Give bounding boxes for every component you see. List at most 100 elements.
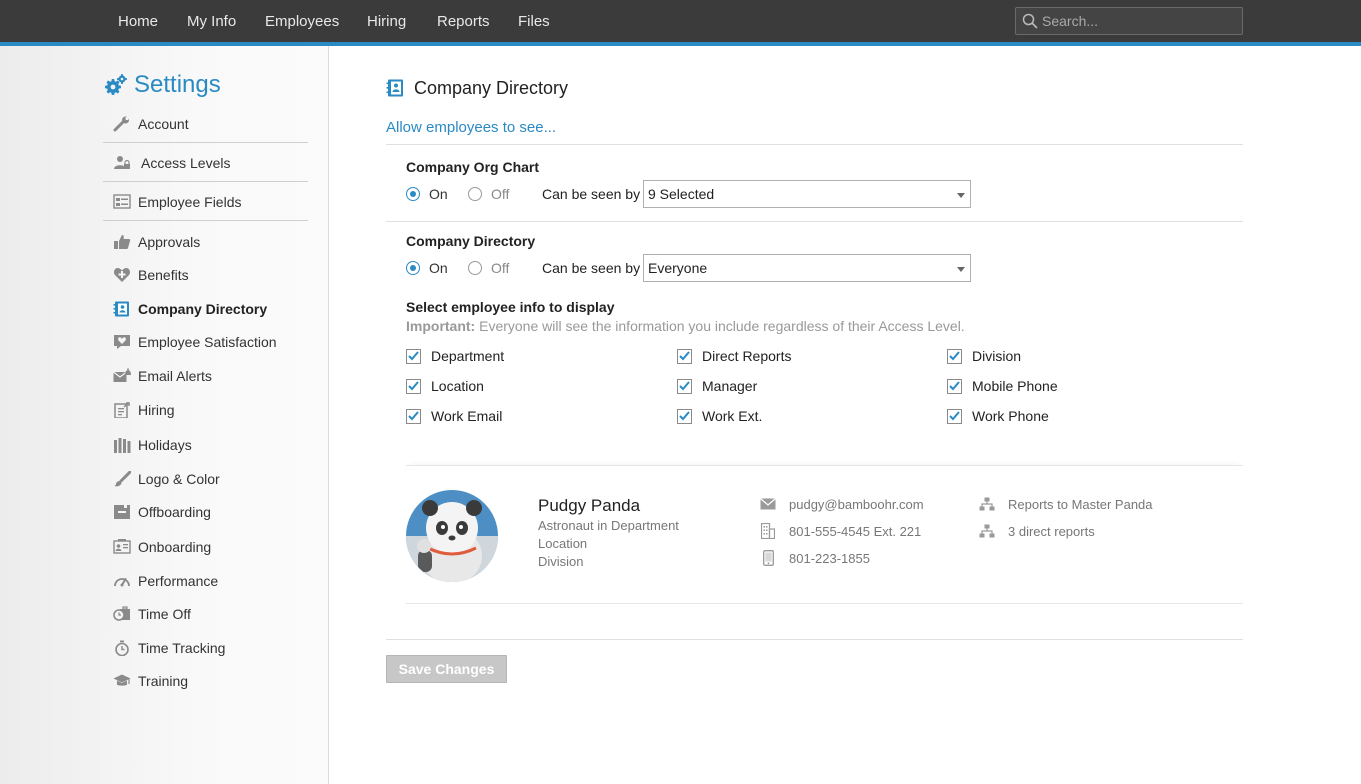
radio-button[interactable] (468, 187, 482, 201)
clock-suitcase-icon (112, 605, 132, 623)
nav-hiring[interactable]: Hiring (367, 13, 406, 30)
sidebar-item-label: Performance (138, 573, 219, 589)
checkbox-checked[interactable] (677, 378, 692, 394)
search-input[interactable] (1042, 11, 1238, 31)
nav-employees[interactable]: Employees (265, 13, 339, 30)
nav-reports[interactable]: Reports (437, 13, 490, 30)
checkmark-icon (679, 411, 690, 421)
sidebar-item-label: Time Tracking (138, 640, 226, 656)
display-field-checkbox-work-ext[interactable]: Work Ext. (677, 407, 762, 425)
sidebar-item-offboarding[interactable]: Offboarding (112, 500, 211, 524)
sidebar-item-email-alerts[interactable]: Email Alerts (112, 364, 212, 388)
nav-home[interactable]: Home (118, 13, 158, 30)
display-field-checkbox-mobile-phone[interactable]: Mobile Phone (947, 377, 1058, 395)
sidebar-item-benefits[interactable]: Benefits (112, 263, 189, 287)
sidebar-item-label: Access Levels (141, 155, 231, 171)
sidebar-item-logo-color[interactable]: Logo & Color (112, 467, 220, 491)
checkbox-checked[interactable] (406, 378, 421, 394)
section-divider (386, 144, 1243, 145)
direct-reports-text: 3 direct reports (1008, 523, 1095, 539)
sidebar-item-time-tracking[interactable]: Time Tracking (112, 636, 225, 660)
save-changes-button[interactable]: Save Changes (386, 655, 507, 683)
sidebar-item-approvals[interactable]: Approvals (112, 230, 200, 254)
checkmark-icon (408, 351, 419, 361)
org-chart-off-radio[interactable]: Off (468, 186, 509, 202)
clipboard-icon (112, 401, 132, 419)
sidebar-item-holidays[interactable]: Holidays (112, 433, 192, 457)
checkbox-checked[interactable] (406, 348, 421, 364)
sidebar-divider (103, 220, 308, 221)
sidebar-item-label: Offboarding (138, 504, 211, 520)
graduation-cap-icon (112, 672, 132, 690)
radio-button-selected[interactable] (406, 261, 420, 275)
fields-list-icon (112, 193, 132, 211)
directory-seen-by-select[interactable]: Everyone (643, 254, 971, 282)
mail-bell-icon (112, 367, 132, 385)
nav-files[interactable]: Files (518, 13, 550, 30)
chevron-down-icon (957, 267, 965, 272)
employee-job-title: Astronaut in Department (538, 518, 679, 533)
mobile-text: 801-223-1855 (789, 550, 870, 566)
paintbrush-icon (112, 470, 132, 488)
directory-off-radio[interactable]: Off (468, 260, 509, 276)
display-field-checkbox-division[interactable]: Division (947, 347, 1021, 365)
employee-name: Pudgy Panda (538, 496, 641, 515)
sidebar-item-onboarding[interactable]: Onboarding (112, 535, 211, 559)
radio-button-selected[interactable] (406, 187, 420, 201)
note-text: Everyone will see the information you in… (475, 318, 965, 334)
checkmark-icon (949, 381, 960, 391)
checkbox-checked[interactable] (947, 408, 962, 424)
checkbox-label: Direct Reports (702, 348, 792, 364)
gift-icon (112, 436, 132, 454)
sidebar-item-training[interactable]: Training (112, 669, 188, 693)
sidebar-item-label: Time Off (138, 606, 191, 622)
sidebar-item-access-levels[interactable]: Access Levels (112, 151, 230, 175)
checkbox-checked[interactable] (677, 348, 692, 364)
display-options-label: Select employee info to display (406, 299, 615, 315)
org-chart-icon (979, 523, 995, 539)
radio-label: Off (491, 186, 510, 202)
display-field-checkbox-location[interactable]: Location (406, 377, 484, 395)
sidebar-item-label: Benefits (138, 267, 189, 283)
checkbox-label: Work Email (431, 408, 503, 424)
display-field-checkbox-department[interactable]: Department (406, 347, 504, 365)
display-field-checkbox-direct-reports[interactable]: Direct Reports (677, 347, 791, 365)
checkbox-checked[interactable] (947, 348, 962, 364)
display-field-checkbox-manager[interactable]: Manager (677, 377, 757, 395)
employee-email: pudgy@bamboohr.com (760, 496, 924, 512)
radio-button[interactable] (468, 261, 482, 275)
checkbox-checked[interactable] (677, 408, 692, 424)
checkmark-icon (408, 381, 419, 391)
wrench-icon (112, 115, 132, 133)
checkmark-icon (679, 381, 690, 391)
display-field-checkbox-work-phone[interactable]: Work Phone (947, 407, 1049, 425)
settings-heading: Settings (104, 70, 221, 100)
radio-label: On (429, 186, 448, 202)
sidebar-item-hiring[interactable]: Hiring (112, 398, 175, 422)
sidebar-item-employee-fields[interactable]: Employee Fields (112, 190, 242, 214)
section-divider (386, 221, 1243, 222)
org-chart-on-radio[interactable]: On (406, 186, 448, 202)
reports-to-text: Reports to Master Panda (1008, 496, 1153, 512)
checkbox-label: Division (972, 348, 1022, 364)
directory-on-radio[interactable]: On (406, 260, 448, 276)
checkbox-checked[interactable] (947, 378, 962, 394)
search-box[interactable] (1015, 7, 1243, 35)
radio-label: On (429, 260, 448, 276)
sidebar-item-account[interactable]: Account (112, 112, 189, 136)
work-phone-text: 801-555-4545 Ext. 221 (789, 523, 922, 539)
sidebar-item-label: Logo & Color (138, 471, 220, 487)
nav-my-info[interactable]: My Info (187, 13, 236, 30)
chevron-down-icon (957, 193, 965, 198)
sidebar-item-time-off[interactable]: Time Off (112, 602, 191, 626)
employee-work-phone: 801-555-4545 Ext. 221 (760, 523, 921, 539)
sidebar-item-employee-satisfaction[interactable]: Employee Satisfaction (112, 330, 277, 354)
sidebar-item-company-directory[interactable]: Company Directory (112, 297, 267, 321)
org-chart-seen-by-select[interactable]: 9 Selected (643, 180, 971, 208)
sidebar-item-label: Holidays (138, 437, 192, 453)
sidebar-divider (103, 181, 308, 182)
display-field-checkbox-work-email[interactable]: Work Email (406, 407, 502, 425)
checkbox-checked[interactable] (406, 408, 421, 424)
stopwatch-icon (112, 639, 132, 657)
sidebar-item-performance[interactable]: Performance (112, 569, 218, 593)
